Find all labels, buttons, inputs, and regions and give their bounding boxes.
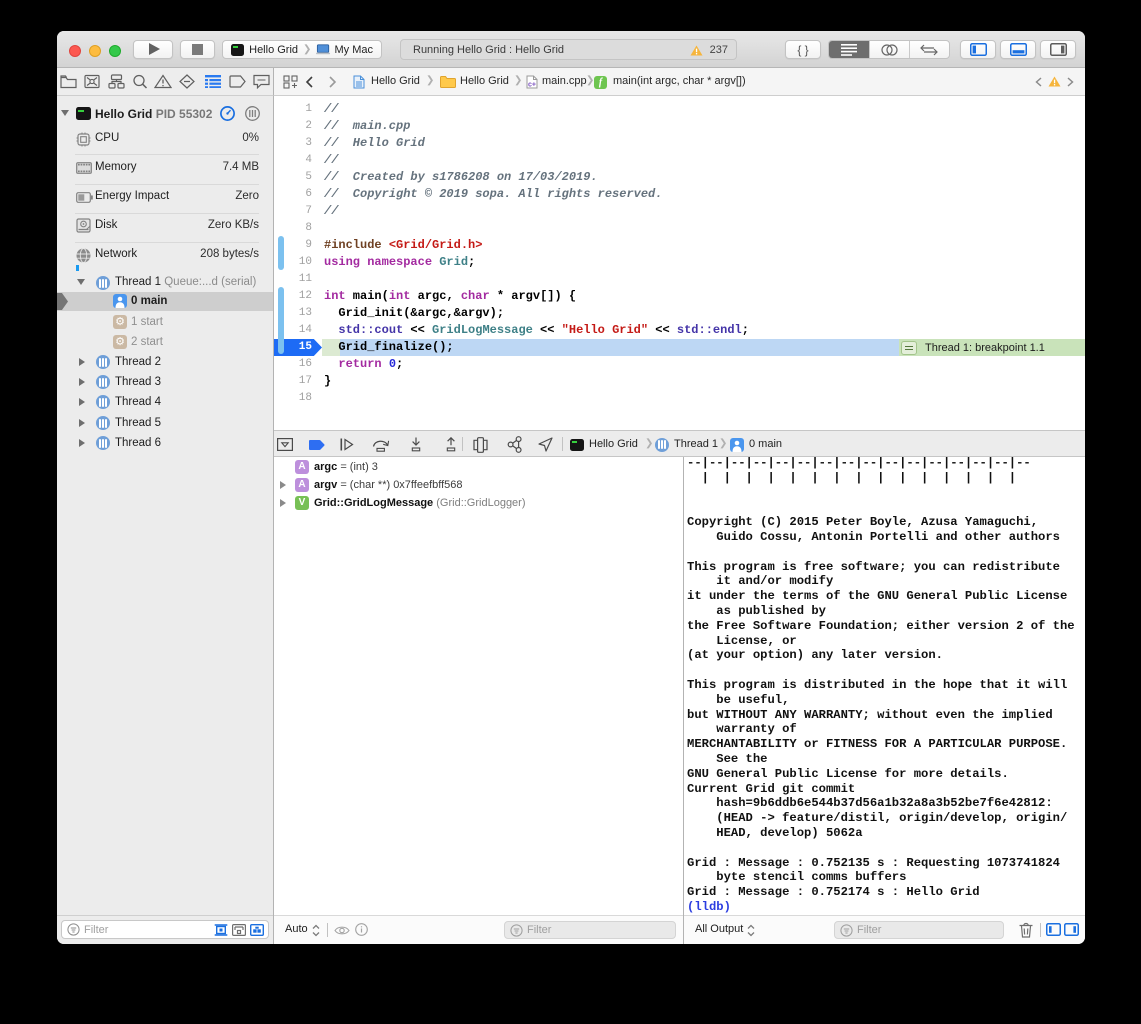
svg-text:c+: c+ xyxy=(528,82,536,89)
